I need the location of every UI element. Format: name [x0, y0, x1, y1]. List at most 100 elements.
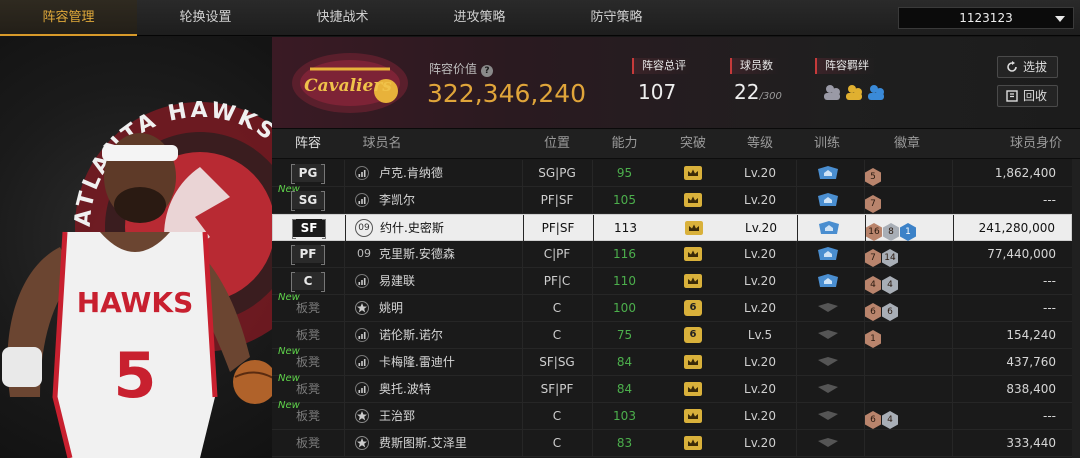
table-row[interactable]: New 板凳 姚明 C 100 6 Lv.20 6 6 --- — [272, 292, 1072, 322]
training-icon[interactable] — [817, 273, 839, 293]
account-dropdown[interactable]: 1123123 — [898, 7, 1074, 29]
player-ability: 84 — [616, 355, 633, 369]
player-value: 77,440,000 — [987, 247, 1056, 261]
crown-icon[interactable] — [684, 382, 702, 396]
slot-badge: SG — [291, 191, 325, 211]
slot-badge: PF — [291, 245, 325, 265]
star-icon — [355, 409, 369, 423]
crown-icon[interactable] — [684, 166, 702, 180]
tab-offense[interactable]: 进攻策略 — [411, 0, 548, 36]
roster-value-label-text: 阵容价值 — [429, 62, 478, 76]
col-player-value[interactable]: 球员身价 — [972, 129, 1062, 159]
player-value: --- — [1043, 274, 1056, 288]
breakthrough-badge[interactable]: 6 — [684, 327, 702, 343]
player-level: Lv.20 — [744, 301, 776, 315]
tab-defense[interactable]: 防守策略 — [548, 0, 685, 36]
col-name[interactable]: 球员名 — [352, 129, 412, 159]
player-name[interactable]: 诺伦斯.诺尔 — [379, 322, 443, 348]
col-badges[interactable]: 徽章 — [865, 129, 949, 159]
training-disabled-icon[interactable] — [817, 435, 839, 455]
col-training[interactable]: 训练 — [797, 129, 857, 159]
col-position[interactable]: 位置 — [522, 129, 592, 159]
badge-hex-icon: 4 — [882, 276, 898, 294]
table-row[interactable]: New 板凳 奥托.波特 SF|PF 84 Lv.20 838,400 — [272, 373, 1072, 403]
players-count: 22/300 — [734, 80, 782, 104]
training-icon[interactable] — [817, 165, 839, 185]
bond-label: 阵容羁绊 — [815, 58, 875, 74]
recycle-button[interactable]: 回收 — [997, 85, 1058, 107]
badge-list[interactable]: 16 8 1 — [866, 219, 917, 241]
app-window: 阵容管理 轮换设置 快捷战术 进攻策略 防守策略 1123123 ATLANTA… — [0, 0, 1080, 458]
player-name[interactable]: 卡梅隆.雷迪什 — [379, 349, 455, 375]
badge-list[interactable]: 7 — [865, 191, 882, 213]
player-name[interactable]: 约什.史密斯 — [380, 215, 444, 241]
player-ability: 105 — [613, 193, 636, 207]
slot-bench: 板凳 — [295, 409, 320, 423]
table-row[interactable]: PF 09 克里斯.安德森 C|PF 116 Lv.20 7 14 77,440,000 — [272, 241, 1072, 268]
player-level: Lv.20 — [744, 382, 776, 396]
table-row[interactable]: New 板凳 卡梅隆.雷迪什 SF|SG 84 Lv.20 437,760 — [272, 346, 1072, 376]
col-breakthrough[interactable]: 突破 — [664, 129, 722, 159]
pick-button-label: 选拔 — [1022, 60, 1047, 74]
crown-icon[interactable] — [684, 193, 702, 207]
player-level: Lv.20 — [744, 355, 776, 369]
training-icon[interactable] — [817, 246, 839, 266]
table-row[interactable]: PG 卢克.肯纳德 SG|PG 95 Lv.20 5 1,862,400 — [272, 160, 1072, 187]
bond-icon-blue — [868, 85, 884, 100]
player-name[interactable]: 王治郅 — [379, 403, 415, 429]
tab-lineup[interactable]: 阵容管理 — [0, 0, 137, 36]
player-name[interactable]: 李凯尔 — [379, 187, 415, 213]
badge-list[interactable]: 44 — [865, 272, 899, 294]
help-icon[interactable]: ? — [481, 65, 494, 77]
player-name[interactable]: 姚明 — [379, 295, 403, 321]
col-level[interactable]: 等级 — [730, 129, 790, 159]
col-ability[interactable]: 能力 — [597, 129, 652, 159]
table-row[interactable]: New 板凳 王治郅 C 103 Lv.20 6 4 --- — [272, 400, 1072, 430]
crown-icon[interactable] — [684, 355, 702, 369]
bond-icons[interactable] — [822, 83, 892, 103]
slot-bench: 板凳 — [295, 382, 320, 396]
training-disabled-icon[interactable] — [817, 354, 839, 374]
training-disabled-icon[interactable] — [817, 381, 839, 401]
player-name[interactable]: 卢克.肯纳德 — [379, 160, 443, 186]
player-level: Lv.20 — [745, 221, 777, 235]
pick-button[interactable]: 选拔 — [997, 56, 1058, 78]
badge-hex-icon: 4 — [865, 276, 881, 294]
player-name[interactable]: 奥托.波特 — [379, 376, 431, 402]
table-row[interactable]: SF 09 约什.史密斯 PF|SF 113 Lv.20 16 8 1 241,280,000 — [272, 214, 1072, 242]
training-disabled-icon[interactable] — [817, 327, 839, 347]
player-position: C|PF — [543, 247, 571, 261]
badge-list[interactable]: 64 — [865, 407, 899, 429]
player-value: 241,280,000 — [978, 221, 1055, 235]
crown-icon[interactable] — [684, 247, 702, 261]
col-lineup[interactable]: 阵容 — [272, 129, 344, 159]
badge-list[interactable]: 5 — [865, 164, 882, 186]
breakthrough-badge[interactable]: 6 — [684, 300, 702, 316]
crown-icon[interactable] — [685, 221, 703, 235]
table-row[interactable]: 板凳 费斯图斯.艾泽里 C 83 Lv.20 333,440 — [272, 430, 1072, 457]
badge-list[interactable]: 7 14 — [865, 245, 899, 267]
training-icon[interactable] — [818, 220, 840, 240]
badge-list[interactable]: 66 — [865, 299, 899, 321]
table-row[interactable]: 板凳 诺伦斯.诺尔 C 75 6 Lv.5 1 154,240 — [272, 322, 1072, 349]
scrollbar[interactable] — [1072, 159, 1080, 458]
tab-quick-tactics[interactable]: 快捷战术 — [274, 0, 411, 36]
player-name[interactable]: 克里斯.安德森 — [379, 241, 455, 267]
bond-icon-gold — [846, 85, 862, 100]
jersey-team-text: HAWKS — [77, 286, 194, 319]
cavaliers-logo-icon: Cavaliers — [292, 53, 408, 113]
signal-bars-icon — [355, 274, 369, 288]
table-row[interactable]: C 易建联 PF|C 110 Lv.20 4 4 --- — [272, 268, 1072, 295]
crown-icon[interactable] — [684, 436, 702, 450]
table-row[interactable]: New SG 李凯尔 PF|SF 105 Lv.20 7 --- — [272, 184, 1072, 214]
team-header: Cavaliers 阵容价值? 322,346,240 阵容总评 107 球员数… — [272, 37, 1080, 129]
training-icon[interactable] — [817, 192, 839, 212]
player-name[interactable]: 易建联 — [379, 268, 415, 294]
training-disabled-icon[interactable] — [817, 300, 839, 320]
crown-icon[interactable] — [684, 409, 702, 423]
player-name[interactable]: 费斯图斯.艾泽里 — [379, 430, 467, 456]
crown-icon[interactable] — [684, 274, 702, 288]
training-disabled-icon[interactable] — [817, 408, 839, 428]
badge-list[interactable]: 1 — [865, 326, 882, 348]
tab-rotation[interactable]: 轮换设置 — [137, 0, 274, 36]
